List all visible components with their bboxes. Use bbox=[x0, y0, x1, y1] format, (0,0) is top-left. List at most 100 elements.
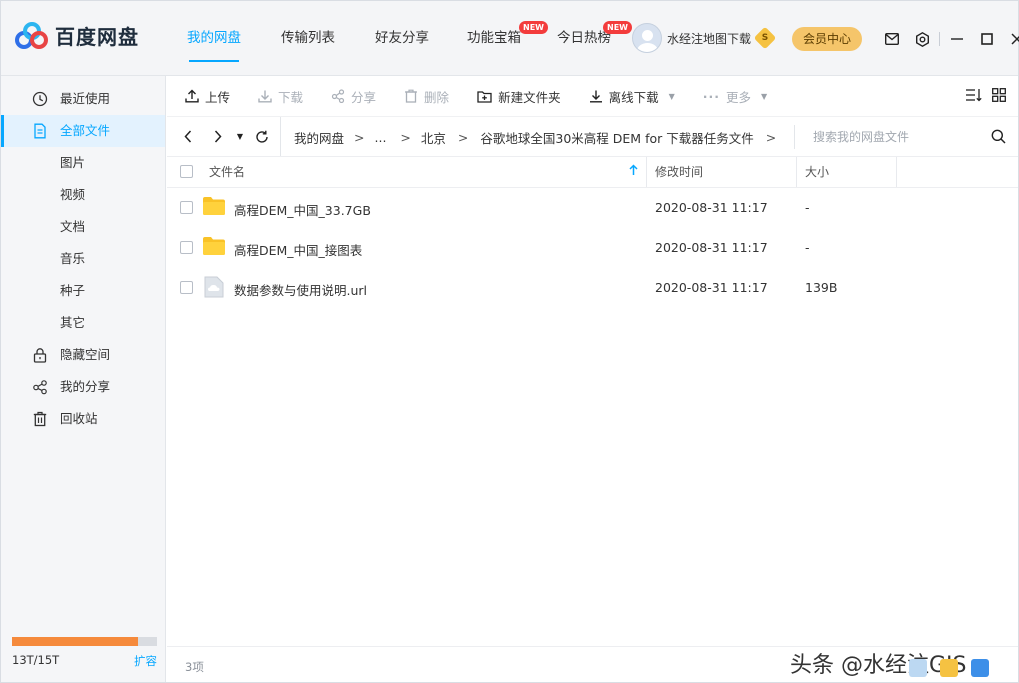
sidebar-item-torrents[interactable]: 种子 bbox=[1, 275, 165, 307]
file-name[interactable]: 高程DEM_中国_接图表 bbox=[234, 240, 362, 259]
breadcrumb-item[interactable]: 北京 bbox=[421, 128, 446, 147]
view-controls bbox=[955, 88, 1006, 105]
app-window: 百度网盘 我的网盘 传输列表 好友分享 功能宝箱 NEW 今日热榜 NEW 水经注地… bbox=[0, 0, 1019, 683]
window-controls bbox=[881, 28, 1019, 50]
upload-icon bbox=[185, 89, 199, 103]
more-dots-icon: ··· bbox=[702, 88, 720, 104]
offline-download-icon bbox=[589, 90, 602, 103]
table-row[interactable]: 数据参数与使用说明.url 2020-08-31 11:17 139B bbox=[167, 268, 1018, 308]
sidebar-item-music[interactable]: 音乐 bbox=[1, 243, 165, 275]
new-badge: NEW bbox=[519, 21, 548, 34]
breadcrumb-separator: > bbox=[400, 129, 411, 145]
tab-toolbox[interactable]: 功能宝箱 NEW bbox=[467, 1, 548, 76]
more-button[interactable]: ··· 更多 ▼ bbox=[703, 87, 767, 106]
sidebar-item-videos[interactable]: 视频 bbox=[1, 179, 165, 211]
delete-button[interactable]: 删除 bbox=[404, 87, 449, 106]
path-bar: ▼ 我的网盘 > ... > 北京 > 谷歌地球全国30米高程 DEM for … bbox=[167, 116, 1018, 157]
row-checkbox[interactable] bbox=[180, 201, 193, 214]
offline-download-button[interactable]: 离线下载 ▼ bbox=[589, 87, 675, 106]
grid-view-icon[interactable] bbox=[992, 88, 1006, 105]
breadcrumb-separator: > bbox=[457, 129, 469, 145]
file-name[interactable]: 数据参数与使用说明.url bbox=[234, 280, 367, 299]
storage-quota: 13T/15T 扩容 bbox=[12, 637, 157, 669]
sidebar-item-label: 图片 bbox=[60, 155, 86, 170]
grid-app-icon[interactable] bbox=[909, 659, 927, 677]
item-count: 3项 bbox=[185, 660, 204, 674]
sidebar-item-recent[interactable]: 最近使用 bbox=[1, 83, 165, 115]
history-dropdown-icon[interactable]: ▼ bbox=[229, 126, 251, 148]
sidebar-item-documents[interactable]: 文档 bbox=[1, 211, 165, 243]
file-modified: 2020-08-31 11:17 bbox=[655, 200, 768, 215]
table-header: 文件名 修改时间 大小 bbox=[167, 156, 1018, 188]
share-icon bbox=[331, 89, 345, 103]
sidebar-item-hidden-space[interactable]: 隐藏空间 bbox=[1, 339, 165, 371]
share-button[interactable]: 分享 bbox=[331, 87, 376, 106]
breadcrumb-item[interactable]: ... bbox=[375, 130, 387, 145]
breadcrumb-item[interactable]: 谷歌地球全国30米高程 DEM for 下载器任务文件 bbox=[480, 128, 753, 147]
logo[interactable]: 百度网盘 bbox=[15, 21, 139, 50]
tab-my-disk[interactable]: 我的网盘 bbox=[187, 1, 241, 76]
status-bar: 3项 头条 @水经注GIS bbox=[167, 646, 1018, 682]
sidebar-item-my-shares[interactable]: 我的分享 bbox=[1, 371, 165, 403]
sidebar-item-others[interactable]: 其它 bbox=[1, 307, 165, 339]
column-divider[interactable] bbox=[896, 157, 897, 187]
sidebar-item-all-files[interactable]: 全部文件 bbox=[1, 115, 165, 147]
sidebar-item-label: 其它 bbox=[60, 315, 86, 330]
dropdown-caret-icon[interactable]: ▼ bbox=[761, 92, 767, 101]
close-icon[interactable] bbox=[1006, 28, 1019, 50]
file-size: - bbox=[805, 240, 810, 255]
expand-storage-link[interactable]: 扩容 bbox=[134, 653, 157, 669]
sidebar-item-images[interactable]: 图片 bbox=[1, 147, 165, 179]
upload-tray-icon[interactable] bbox=[940, 659, 958, 677]
file-name[interactable]: 高程DEM_中国_33.7GB bbox=[234, 200, 371, 219]
lock-tray-icon[interactable] bbox=[971, 659, 989, 677]
back-button[interactable] bbox=[177, 126, 199, 148]
user-profile[interactable]: 水经注地图下载 S bbox=[632, 23, 777, 53]
sidebar-item-label: 回收站 bbox=[60, 411, 98, 426]
column-divider[interactable] bbox=[796, 157, 797, 187]
select-all-checkbox[interactable] bbox=[180, 165, 193, 178]
tab-transfer-list[interactable]: 传输列表 bbox=[281, 1, 335, 76]
maximize-icon[interactable] bbox=[976, 28, 998, 50]
avatar[interactable] bbox=[632, 23, 662, 53]
vip-badge-icon[interactable]: S bbox=[753, 26, 777, 50]
sidebar-item-recycle-bin[interactable]: 回收站 bbox=[1, 403, 165, 435]
row-checkbox[interactable] bbox=[180, 241, 193, 254]
sort-ascending-icon[interactable] bbox=[629, 164, 638, 179]
file-icon bbox=[34, 123, 46, 139]
tab-friend-share[interactable]: 好友分享 bbox=[375, 1, 429, 76]
top-nav: 我的网盘 传输列表 好友分享 功能宝箱 NEW 今日热榜 NEW bbox=[171, 1, 632, 76]
mail-icon[interactable] bbox=[881, 28, 903, 50]
main-content: 上传 下载 分享 删除 新建文件夹 离线下载 ▼ ··· 更多 ▼ ▼ 我的网盘… bbox=[167, 76, 1018, 682]
sidebar-item-label: 音乐 bbox=[60, 251, 86, 266]
sort-icon[interactable] bbox=[965, 88, 982, 105]
column-header-name[interactable]: 文件名 bbox=[209, 157, 245, 187]
new-folder-button[interactable]: 新建文件夹 bbox=[477, 87, 561, 106]
tab-hot-list[interactable]: 今日热榜 NEW bbox=[557, 1, 632, 76]
column-header-size[interactable]: 大小 bbox=[805, 157, 829, 187]
row-checkbox[interactable] bbox=[180, 281, 193, 294]
minimize-icon[interactable] bbox=[946, 28, 968, 50]
sidebar-item-label: 全部文件 bbox=[60, 123, 111, 138]
breadcrumb-item[interactable]: 我的网盘 bbox=[294, 128, 344, 147]
table-row[interactable]: 高程DEM_中国_33.7GB 2020-08-31 11:17 - bbox=[167, 188, 1018, 228]
download-icon bbox=[258, 90, 272, 103]
sidebar-item-label: 隐藏空间 bbox=[60, 347, 111, 362]
column-header-modified[interactable]: 修改时间 bbox=[655, 157, 703, 187]
upload-button[interactable]: 上传 bbox=[185, 87, 230, 106]
file-list: 高程DEM_中国_33.7GB 2020-08-31 11:17 - 高程DEM… bbox=[167, 188, 1018, 308]
divider bbox=[939, 32, 940, 46]
search-input[interactable] bbox=[795, 125, 970, 149]
download-button[interactable]: 下载 bbox=[258, 87, 303, 106]
tray-icons bbox=[909, 659, 1002, 677]
column-divider[interactable] bbox=[646, 157, 647, 187]
forward-button[interactable] bbox=[207, 126, 229, 148]
settings-icon[interactable] bbox=[911, 28, 933, 50]
search-icon[interactable] bbox=[991, 129, 1006, 147]
member-center-button[interactable]: 会员中心 bbox=[792, 27, 862, 51]
username[interactable]: 水经注地图下载 bbox=[667, 30, 751, 47]
sidebar-item-label: 我的分享 bbox=[60, 379, 111, 394]
dropdown-caret-icon[interactable]: ▼ bbox=[669, 92, 675, 101]
refresh-button[interactable] bbox=[251, 126, 273, 148]
table-row[interactable]: 高程DEM_中国_接图表 2020-08-31 11:17 - bbox=[167, 228, 1018, 268]
